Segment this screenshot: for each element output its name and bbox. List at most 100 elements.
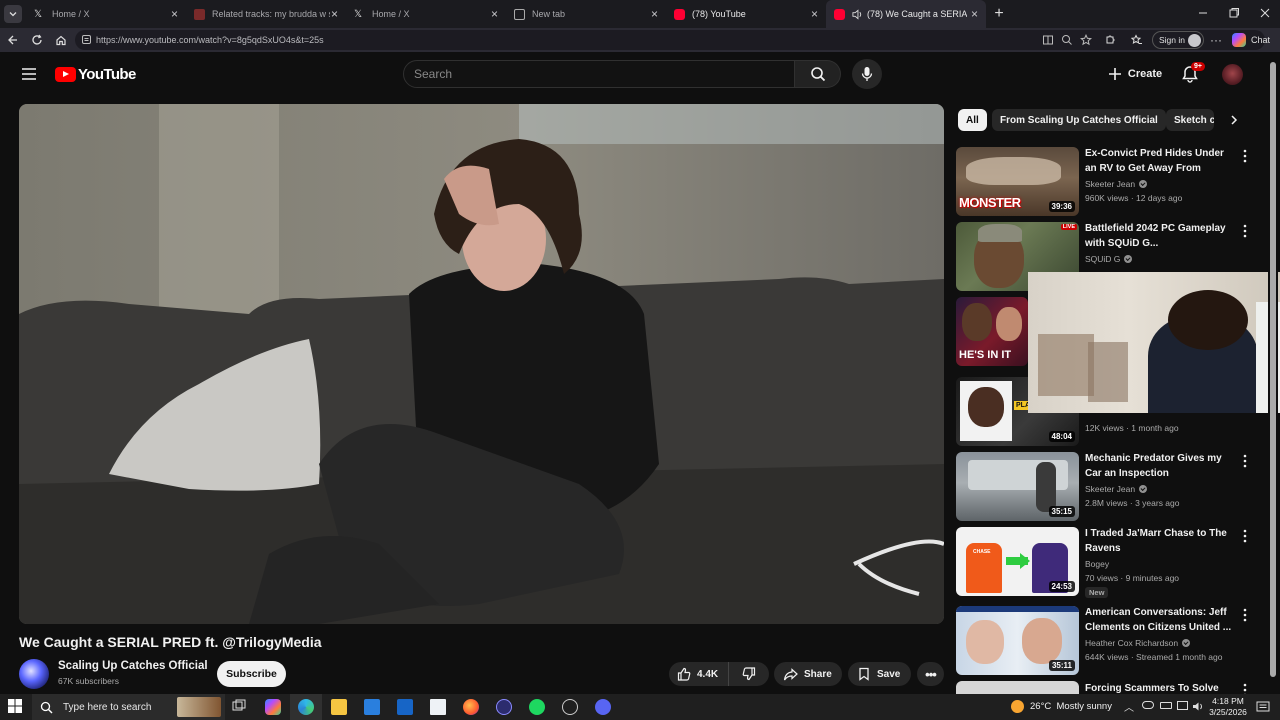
minimize-button[interactable] [1196, 6, 1210, 20]
weather-text[interactable]: 26°C Mostly sunny [1030, 701, 1112, 712]
browser-tab-youtube[interactable]: (78) YouTube × [666, 0, 826, 28]
channel-avatar[interactable] [19, 659, 49, 689]
scrollbar-thumb[interactable] [1270, 62, 1276, 677]
search-button[interactable] [795, 60, 841, 88]
close-tab-icon[interactable]: × [491, 8, 498, 20]
extensions-button[interactable] [1102, 32, 1118, 48]
browser-tab-new-tab[interactable]: New tab × [506, 0, 666, 28]
browser-tab-x-home-2[interactable]: 𝕏 Home / X × [346, 0, 506, 28]
chip-from-channel[interactable]: From Scaling Up Catches Official [992, 109, 1166, 131]
more-vertical-icon[interactable] [1242, 224, 1248, 238]
media-app-icon[interactable] [496, 699, 512, 715]
video-thumbnail[interactable]: CHASE 24:53 [956, 527, 1079, 596]
youtube-play-icon [55, 67, 76, 82]
weather-icon[interactable] [1011, 700, 1024, 713]
notification-center-icon[interactable] [1256, 701, 1270, 713]
zoom-button[interactable] [1059, 32, 1075, 48]
spotify-icon[interactable] [529, 699, 545, 715]
favorite-button[interactable] [1078, 32, 1094, 48]
more-vertical-icon[interactable] [1242, 683, 1248, 694]
cloud-icon[interactable] [1142, 701, 1154, 709]
sign-in-button[interactable]: Sign in [1152, 31, 1204, 49]
browser-tab-related-tracks[interactable]: Related tracks: my brudda w suck × [186, 0, 346, 28]
chip-all[interactable]: All [958, 109, 987, 131]
restore-button[interactable] [1227, 6, 1241, 20]
refresh-button[interactable] [29, 32, 45, 48]
create-button[interactable]: Create [1100, 60, 1170, 88]
more-vertical-icon[interactable] [1242, 149, 1248, 163]
settings-more-button[interactable]: ··· [1208, 32, 1224, 48]
firefox-icon[interactable] [463, 699, 479, 715]
taskbar-search[interactable]: Type here to search [32, 694, 225, 720]
battery-icon[interactable] [1160, 702, 1172, 709]
share-button[interactable]: Share [774, 662, 842, 686]
new-tab-button[interactable]: + [990, 5, 1008, 23]
recommendation-title[interactable]: Ex-Convict Pred Hides Under an RV to Get… [1085, 147, 1233, 176]
split-screen-button[interactable] [1040, 32, 1056, 48]
close-tab-icon[interactable]: × [971, 8, 978, 20]
show-hidden-icons-icon[interactable]: ︿ [1124, 699, 1134, 714]
more-vertical-icon[interactable] [1242, 529, 1248, 543]
network-icon[interactable] [1177, 701, 1188, 710]
more-actions-button[interactable]: ••• [917, 662, 944, 686]
more-vertical-icon[interactable] [1242, 454, 1248, 468]
save-button[interactable]: Save [848, 662, 911, 686]
search-input[interactable] [414, 67, 784, 81]
chips-next-button[interactable] [1222, 108, 1246, 132]
notepad-icon[interactable] [430, 699, 446, 715]
steam-icon[interactable] [562, 699, 578, 715]
verified-icon [1182, 639, 1191, 647]
recommendation-title[interactable]: Battlefield 2042 PC Gameplay with SQUiD … [1085, 222, 1233, 251]
like-button[interactable]: 4.4K [669, 662, 729, 686]
browser-tab-x-home-1[interactable]: 𝕏 Home / X × [26, 0, 186, 28]
voice-search-button[interactable] [852, 59, 882, 89]
close-tab-icon[interactable]: × [651, 8, 658, 20]
video-thumbnail[interactable]: 35:11 [956, 606, 1079, 675]
video-thumbnail[interactable]: MONSTER 39:36 [956, 147, 1079, 216]
video-player[interactable] [19, 104, 944, 624]
account-avatar[interactable] [1222, 64, 1243, 85]
refresh-icon [32, 34, 42, 45]
thumbs-down-icon [742, 667, 756, 681]
home-button[interactable] [53, 32, 69, 48]
recommendation-title[interactable]: American Conversations: Jeff Clements on… [1085, 606, 1233, 635]
recommendation-title[interactable]: I Traded Ja'Marr Chase to The Ravens [1085, 527, 1233, 556]
recommendation-title[interactable]: Forcing Scammers To Solve [1085, 682, 1233, 694]
close-window-button[interactable] [1258, 6, 1272, 20]
file-explorer-icon[interactable] [331, 699, 347, 715]
close-tab-icon[interactable]: × [811, 8, 818, 20]
discord-icon[interactable] [595, 699, 611, 715]
close-tab-icon[interactable]: × [331, 8, 338, 20]
microsoft-store-icon[interactable] [364, 699, 380, 715]
recommendation-title[interactable]: Mechanic Predator Gives my Car an Inspec… [1085, 452, 1233, 481]
page-scrollbar[interactable] [1268, 52, 1278, 694]
video-thumbnail[interactable] [956, 681, 1079, 694]
guide-menu-button[interactable] [21, 67, 37, 81]
tab-list-button[interactable] [4, 5, 22, 23]
clock-date[interactable]: 3/25/2026 [1206, 707, 1250, 717]
dislike-button[interactable] [729, 662, 769, 686]
volume-icon[interactable] [1192, 701, 1204, 712]
task-view-button[interactable] [232, 699, 248, 715]
chip-sketch[interactable]: Sketch c [1166, 109, 1214, 131]
channel-name-text: Heather Cox Richardson [1085, 638, 1179, 648]
notifications-button[interactable]: 9+ [1181, 62, 1205, 85]
copilot-chat-button[interactable]: Chat [1232, 32, 1276, 48]
tab-title: (78) YouTube [692, 9, 746, 19]
copilot-taskbar-icon[interactable] [265, 699, 281, 715]
channel-name[interactable]: Scaling Up Catches Official [58, 660, 208, 672]
subscribe-button[interactable]: Subscribe [217, 661, 286, 687]
start-button[interactable] [8, 699, 24, 715]
video-thumbnail[interactable]: HE'S IN IT [956, 297, 1028, 366]
youtube-logo[interactable]: YouTube [55, 66, 136, 83]
close-tab-icon[interactable]: × [171, 8, 178, 20]
site-info-icon[interactable] [81, 34, 92, 45]
favorites-bar-button[interactable] [1129, 32, 1145, 48]
browser-tab-active-video[interactable]: (78) We Caught a SERIAL PRED × [826, 0, 986, 28]
more-vertical-icon[interactable] [1242, 608, 1248, 622]
back-button[interactable] [5, 32, 21, 48]
clock-time[interactable]: 4:18 PM [1208, 696, 1248, 706]
video-thumbnail[interactable]: 35:15 [956, 452, 1079, 521]
speaker-icon[interactable] [852, 8, 863, 20]
outlook-icon[interactable] [397, 699, 413, 715]
